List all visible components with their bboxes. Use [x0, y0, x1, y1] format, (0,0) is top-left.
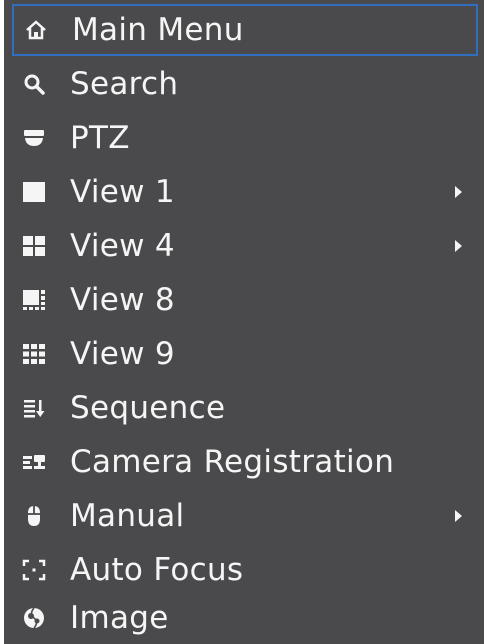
menu-item-label: Sequence	[70, 390, 226, 426]
menu-item-label: Image	[70, 600, 169, 636]
menu-item-view-1[interactable]: View 1	[12, 166, 478, 218]
menu-item-sequence[interactable]: Sequence	[12, 382, 478, 434]
menu-item-view-4[interactable]: View 4	[12, 220, 478, 272]
menu-item-view-8[interactable]: View 8	[12, 274, 478, 326]
view-8-icon	[23, 290, 45, 310]
menu-item-manual[interactable]: Manual	[12, 490, 478, 542]
auto-focus-icon	[22, 559, 46, 581]
manual-mouse-icon	[28, 506, 40, 526]
submenu-arrow-icon	[455, 510, 462, 522]
menu-item-label: View 4	[70, 228, 175, 264]
menu-item-label: Manual	[70, 498, 185, 534]
camera-registration-icon	[23, 455, 45, 469]
menu-item-view-9[interactable]: View 9	[12, 328, 478, 380]
search-icon	[24, 74, 45, 95]
menu-item-label: Search	[70, 66, 179, 102]
view-9-icon	[23, 344, 45, 364]
menu-item-label: View 9	[70, 336, 175, 372]
view-4-icon	[23, 236, 45, 256]
submenu-arrow-icon	[455, 240, 462, 252]
home-icon	[26, 20, 46, 40]
image-icon	[24, 607, 44, 629]
menu-item-camera-registration[interactable]: Camera Registration	[12, 436, 478, 488]
context-menu: Main Menu Search PTZ View 1 View 4 View …	[4, 0, 484, 644]
menu-item-label: View 1	[70, 174, 175, 210]
view-1-icon	[23, 182, 45, 202]
ptz-camera-icon	[24, 130, 44, 146]
submenu-arrow-icon	[455, 186, 462, 198]
menu-item-label: Main Menu	[72, 12, 244, 48]
sequence-icon	[24, 400, 45, 418]
menu-item-auto-focus[interactable]: Auto Focus	[12, 544, 478, 596]
menu-item-label: PTZ	[70, 120, 130, 156]
menu-item-label: Camera Registration	[70, 444, 395, 480]
menu-item-search[interactable]: Search	[12, 58, 478, 110]
menu-item-label: Auto Focus	[70, 552, 244, 588]
menu-item-main-menu[interactable]: Main Menu	[12, 4, 478, 56]
menu-item-image[interactable]: Image	[12, 592, 478, 644]
menu-item-label: View 8	[70, 282, 175, 318]
menu-item-ptz[interactable]: PTZ	[12, 112, 478, 164]
